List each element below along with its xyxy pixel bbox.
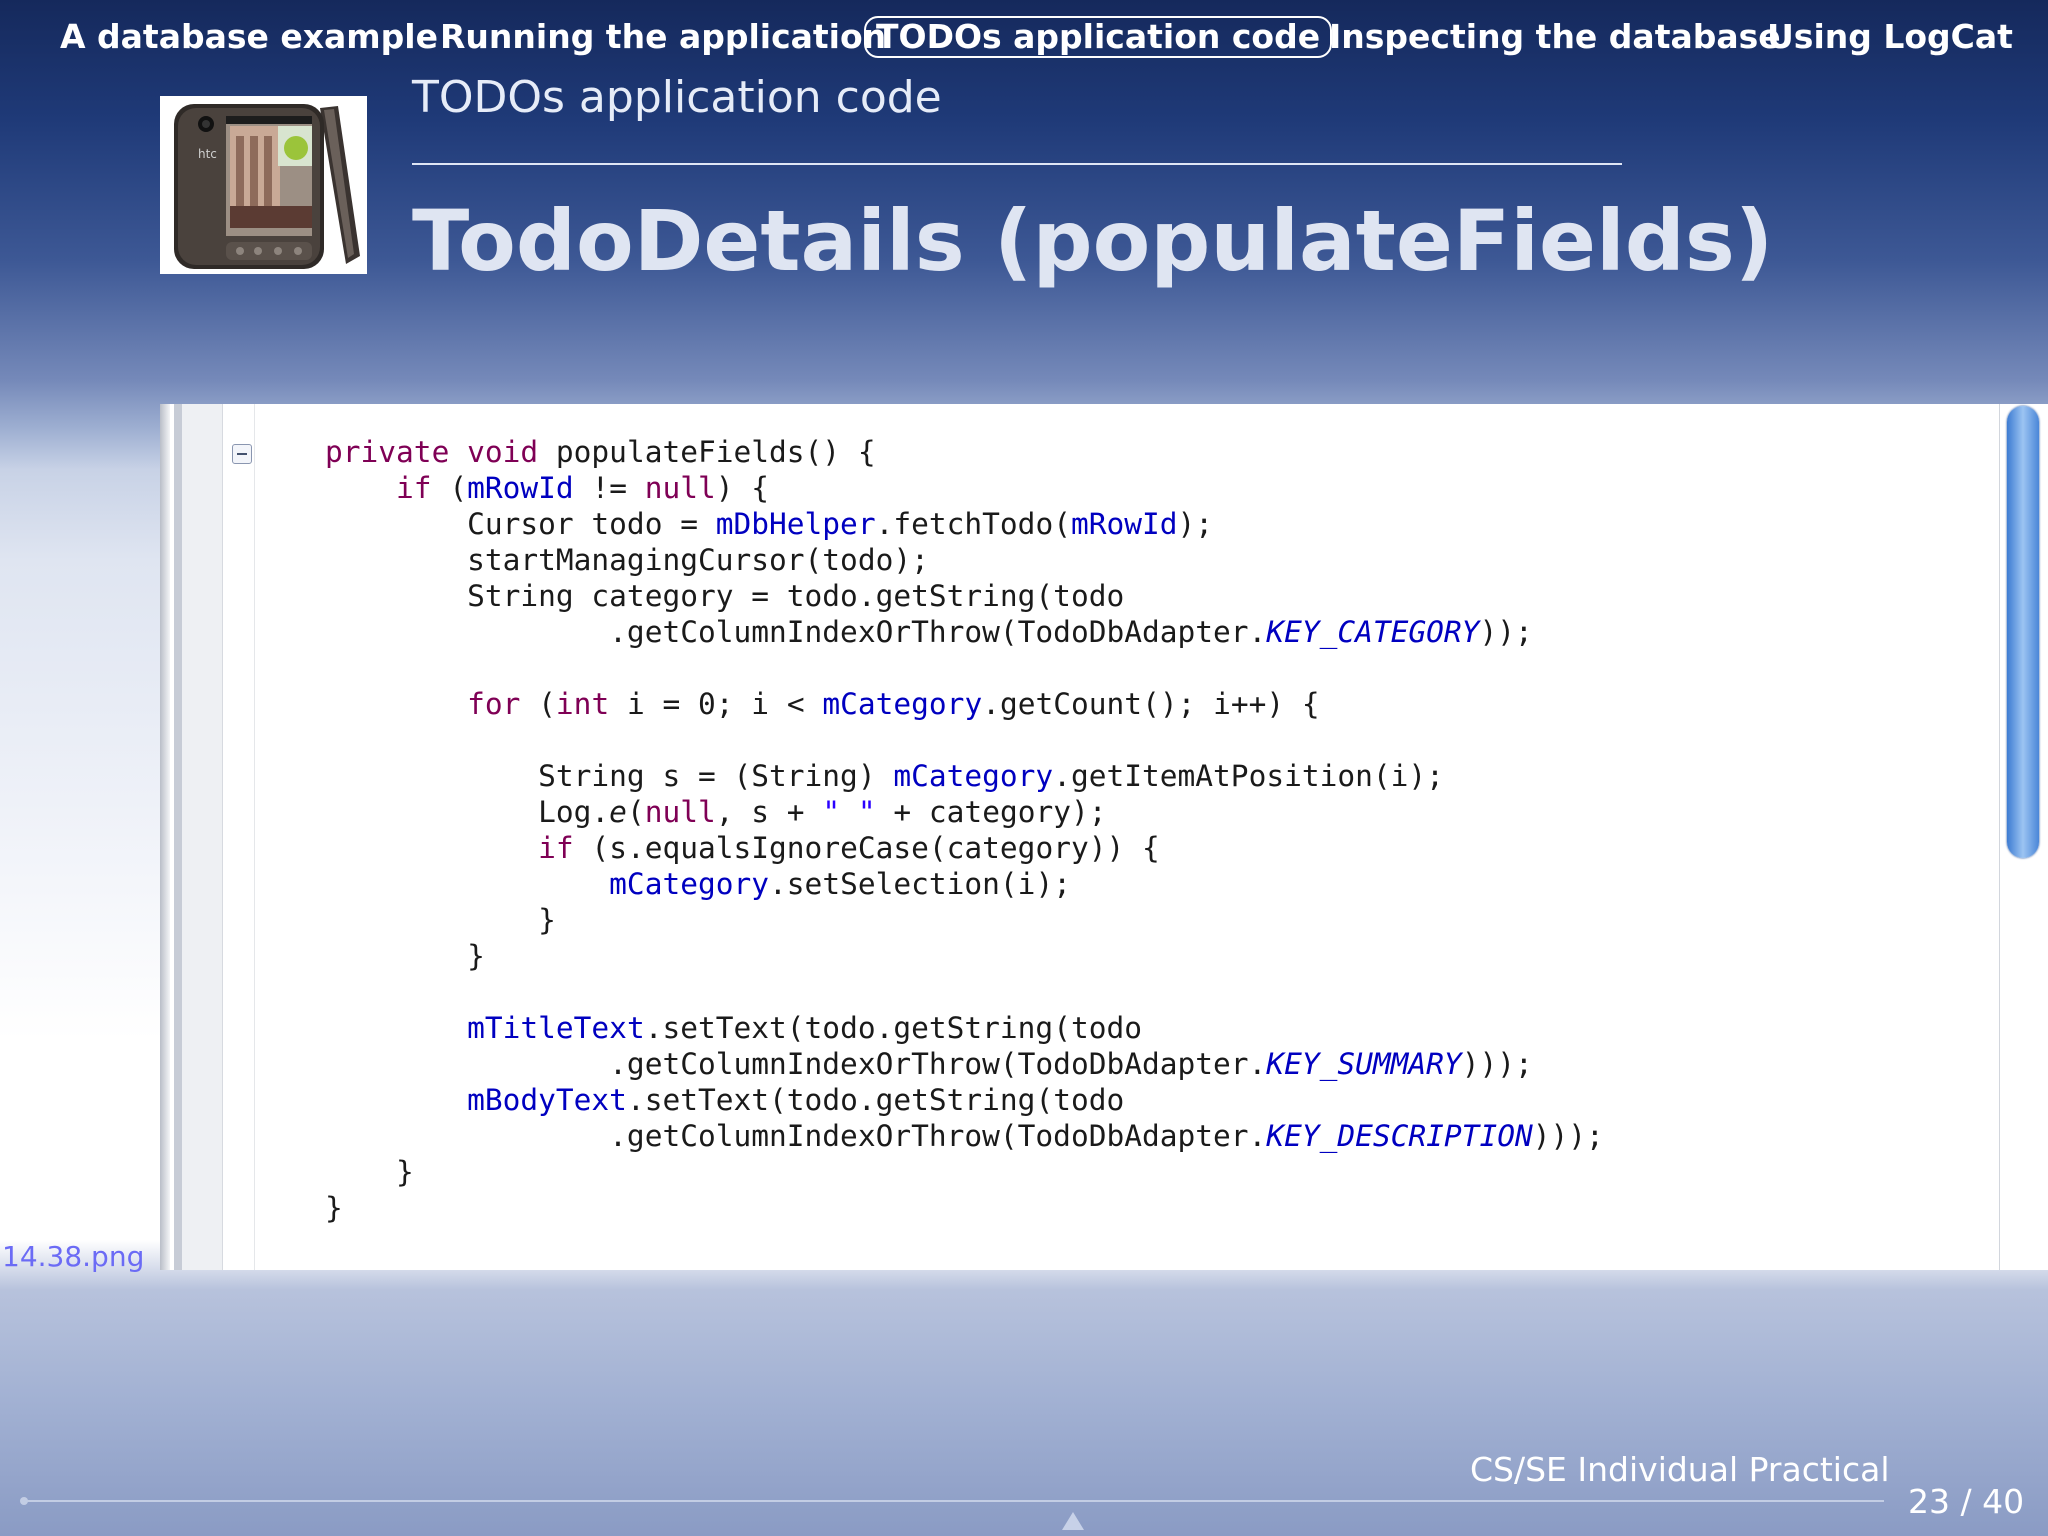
code-line: } <box>325 939 485 973</box>
code-line: for (int i = 0; i < mCategory.getCount()… <box>467 687 1320 721</box>
header-divider <box>412 163 1622 165</box>
editor-left-border <box>160 404 170 1270</box>
code-line: mBodyText.setText(todo.getString(todo <box>467 1083 1125 1117</box>
footer-line <box>24 1500 1884 1502</box>
nav-item-todos-code[interactable]: TODOs application code <box>864 16 1333 58</box>
slide-title: TodoDetails (populateFields) <box>412 192 1774 290</box>
code-line: Log.e(null, s + " " + category); <box>325 795 1107 829</box>
nav-item-inspecting-database[interactable]: Inspecting the database <box>1329 16 1781 58</box>
code-line: mCategory.setSelection(i); <box>609 867 1071 901</box>
code-line: private void populateFields() { <box>325 435 876 469</box>
collapse-fold-icon[interactable] <box>232 444 252 464</box>
code-line: } <box>325 1191 343 1225</box>
nav-item-running-application[interactable]: Running the application <box>440 16 886 58</box>
section-subtitle: TODOs application code <box>412 72 942 123</box>
code-line: } <box>325 1155 414 1189</box>
code-editor-screenshot: private void populateFields() { if (mRow… <box>160 404 2048 1270</box>
editor-scrollbar[interactable] <box>1999 404 2048 1270</box>
code-block: private void populateFields() { if (mRow… <box>325 434 1604 1226</box>
code-line: if (s.equalsIgnoreCase(category)) { <box>538 831 1160 865</box>
code-line: .getColumnIndexOrThrow(TodoDbAdapter.KEY… <box>325 1047 1533 1081</box>
code-line: } <box>325 903 556 937</box>
code-line: .getColumnIndexOrThrow(TodoDbAdapter.KEY… <box>325 1119 1604 1153</box>
code-line: if (mRowId != null) { <box>396 471 770 505</box>
scrollbar-thumb[interactable] <box>2007 406 2039 858</box>
htc-phone-icon: htc <box>160 96 367 274</box>
editor-ruler <box>254 404 255 1270</box>
code-line: mTitleText.setText(todo.getString(todo <box>467 1011 1142 1045</box>
page-number: 23 / 40 <box>1908 1482 2025 1521</box>
footer-course-title: CS/SE Individual Practical <box>1470 1450 1890 1489</box>
svg-text:htc: htc <box>198 147 217 161</box>
code-line: String category = todo.getString(todo <box>325 579 1125 613</box>
code-line: startManagingCursor(todo); <box>325 543 929 577</box>
image-filename-caption[interactable]: 14.38.png <box>2 1240 144 1273</box>
code-line: Cursor todo = mDbHelper.fetchTodo(mRowId… <box>325 507 1214 541</box>
htc-phone-logo: htc <box>160 96 367 274</box>
code-line: String s = (String) mCategory.getItemAtP… <box>325 759 1444 793</box>
code-line: .getColumnIndexOrThrow(TodoDbAdapter.KEY… <box>325 615 1533 649</box>
editor-left-border-inner <box>174 404 182 1270</box>
navigation-up-arrow-icon[interactable] <box>1062 1512 1084 1530</box>
section-navigation-bar: A database example Running the applicati… <box>0 0 2048 78</box>
nav-item-database-example[interactable]: A database example <box>60 16 438 58</box>
nav-item-using-logcat[interactable]: Using LogCat <box>1767 16 2013 58</box>
editor-gutter <box>182 404 223 1270</box>
